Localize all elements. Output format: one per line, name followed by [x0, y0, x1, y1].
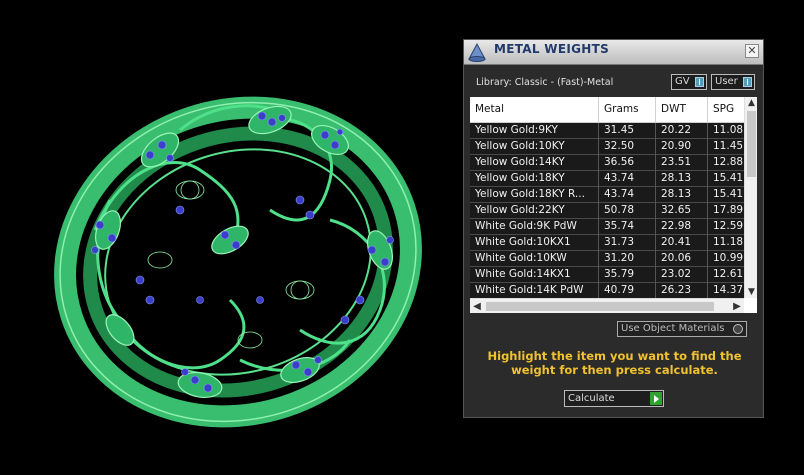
cell-dwt: 28.13	[656, 171, 708, 187]
play-icon	[650, 392, 662, 405]
horizontal-scroll-thumb[interactable]	[486, 302, 714, 311]
gv-toggle[interactable]: GV	[671, 74, 707, 90]
cell-dwt: 32.65	[656, 203, 708, 219]
cell-grams: 31.45	[599, 123, 656, 139]
table-body: Yellow Gold:9KY 31.45 20.22 11.08 Yellow…	[470, 123, 744, 299]
cell-metal: Yellow Gold:14KY	[470, 155, 599, 171]
cell-metal: Yellow Gold:22KY	[470, 203, 599, 219]
cell-dwt: 26.23	[656, 283, 708, 299]
calculate-button[interactable]: Calculate	[564, 390, 664, 407]
cell-metal: White Gold:14K PdW	[470, 283, 599, 299]
cell-metal: Yellow Gold:18KY R...	[470, 187, 599, 203]
table-header: Metal Grams DWT SPG	[470, 97, 744, 123]
column-header-metal[interactable]: Metal	[470, 97, 599, 122]
column-header-dwt[interactable]: DWT	[656, 97, 708, 122]
scroll-down-icon[interactable]: ▼	[745, 286, 757, 298]
cell-dwt: 23.51	[656, 155, 708, 171]
cell-dwt: 22.98	[656, 219, 708, 235]
table-row[interactable]: Yellow Gold:10KY 32.50 20.90 11.45	[470, 139, 744, 155]
instructions-text: Highlight the item you want to find the …	[487, 349, 742, 377]
cell-metal: Yellow Gold:9KY	[470, 123, 599, 139]
column-header-grams[interactable]: Grams	[599, 97, 656, 122]
table-row[interactable]: White Gold:14K PdW 40.79 26.23 14.37	[470, 283, 744, 299]
library-label: Library: Classic - (Fast)-Metal	[476, 77, 614, 88]
cell-grams: 36.56	[599, 155, 656, 171]
cell-dwt: 23.02	[656, 267, 708, 283]
scroll-up-icon[interactable]: ▲	[745, 97, 757, 109]
cell-dwt: 20.41	[656, 235, 708, 251]
cell-grams: 35.74	[599, 219, 656, 235]
table-row[interactable]: White Gold:10KW 31.20 20.06 10.99	[470, 251, 744, 267]
table-row[interactable]: White Gold:10KX1 31.73 20.41 11.18	[470, 235, 744, 251]
table-row[interactable]: Yellow Gold:18KY 43.74 28.13 15.41	[470, 171, 744, 187]
horizontal-scrollbar[interactable]: ◀ ▶	[470, 298, 744, 313]
panel-titlebar[interactable]: METAL WEIGHTS ✕	[464, 40, 763, 65]
cone-tool-icon	[468, 42, 486, 62]
ring-model-render	[54, 96, 422, 428]
table-row[interactable]: Yellow Gold:9KY 31.45 20.22 11.08	[470, 123, 744, 139]
radio-icon[interactable]	[733, 324, 743, 334]
gv-toggle-label: GV	[675, 76, 690, 87]
3d-viewport[interactable]	[0, 0, 460, 475]
cell-dwt: 20.90	[656, 139, 708, 155]
cell-dwt: 20.06	[656, 251, 708, 267]
use-object-materials-option[interactable]: Use Object Materials	[617, 321, 747, 337]
toggle-switch-icon	[743, 77, 752, 87]
vertical-scrollbar[interactable]: ▲ ▼	[744, 97, 757, 298]
metal-table[interactable]: Metal Grams DWT SPG Yellow Gold:9KY 31.4…	[470, 97, 757, 313]
panel-title: METAL WEIGHTS	[494, 42, 610, 56]
toggle-switch-icon	[695, 77, 704, 87]
cell-metal: Yellow Gold:10KY	[470, 139, 599, 155]
cell-dwt: 20.22	[656, 123, 708, 139]
close-button[interactable]: ✕	[745, 44, 759, 58]
cell-grams: 32.50	[599, 139, 656, 155]
cell-grams: 35.79	[599, 267, 656, 283]
cell-metal: White Gold:14KX1	[470, 267, 599, 283]
scroll-right-icon[interactable]: ▶	[730, 299, 744, 313]
table-row[interactable]: White Gold:9K PdW 35.74 22.98 12.59	[470, 219, 744, 235]
user-toggle[interactable]: User	[711, 74, 755, 90]
cell-metal: White Gold:10KX1	[470, 235, 599, 251]
cell-grams: 40.79	[599, 283, 656, 299]
cell-grams: 50.78	[599, 203, 656, 219]
cell-grams: 43.74	[599, 187, 656, 203]
metal-weights-panel: METAL WEIGHTS ✕ Library: Classic - (Fast…	[463, 39, 764, 418]
cell-metal: White Gold:10KW	[470, 251, 599, 267]
cell-dwt: 28.13	[656, 187, 708, 203]
calculate-label: Calculate	[568, 393, 615, 404]
user-toggle-label: User	[715, 76, 738, 87]
use-object-materials-label: Use Object Materials	[621, 323, 725, 334]
close-icon: ✕	[747, 44, 757, 57]
table-row[interactable]: Yellow Gold:18KY R... 43.74 28.13 15.41	[470, 187, 744, 203]
cell-metal: White Gold:9K PdW	[470, 219, 599, 235]
table-row[interactable]: Yellow Gold:14KY 36.56 23.51 12.88	[470, 155, 744, 171]
table-row[interactable]: White Gold:14KX1 35.79 23.02 12.61	[470, 267, 744, 283]
vertical-scroll-thumb[interactable]	[747, 111, 756, 177]
cell-grams: 31.20	[599, 251, 656, 267]
cell-grams: 31.73	[599, 235, 656, 251]
cell-metal: Yellow Gold:18KY	[470, 171, 599, 187]
scroll-left-icon[interactable]: ◀	[470, 299, 484, 313]
table-row[interactable]: Yellow Gold:22KY 50.78 32.65 17.89	[470, 203, 744, 219]
cell-grams: 43.74	[599, 171, 656, 187]
